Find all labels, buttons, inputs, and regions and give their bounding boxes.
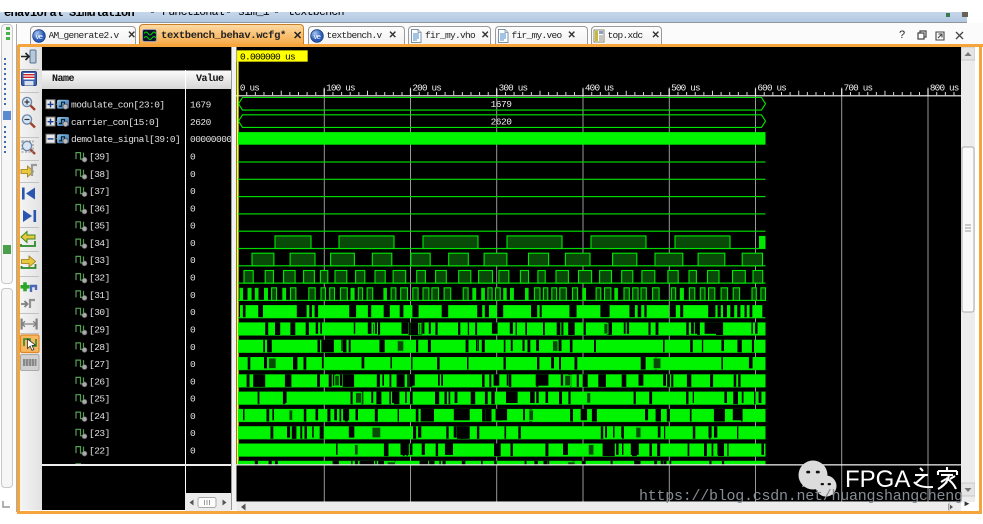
svg-text:600 us: 600 us xyxy=(757,83,786,94)
svg-text:0 us: 0 us xyxy=(240,83,259,94)
svg-text:800 us: 800 us xyxy=(930,83,959,94)
svg-text:2620: 2620 xyxy=(491,116,513,127)
svg-text:0.000000 us: 0.000000 us xyxy=(240,52,295,63)
svg-text:700 us: 700 us xyxy=(844,83,873,94)
svg-text:400 us: 400 us xyxy=(585,83,614,94)
svg-text:100 us: 100 us xyxy=(326,83,355,94)
svg-text:1679: 1679 xyxy=(491,99,513,110)
svg-text:500 us: 500 us xyxy=(671,83,700,94)
svg-text:200 us: 200 us xyxy=(412,83,441,94)
svg-text:300 us: 300 us xyxy=(499,83,528,94)
